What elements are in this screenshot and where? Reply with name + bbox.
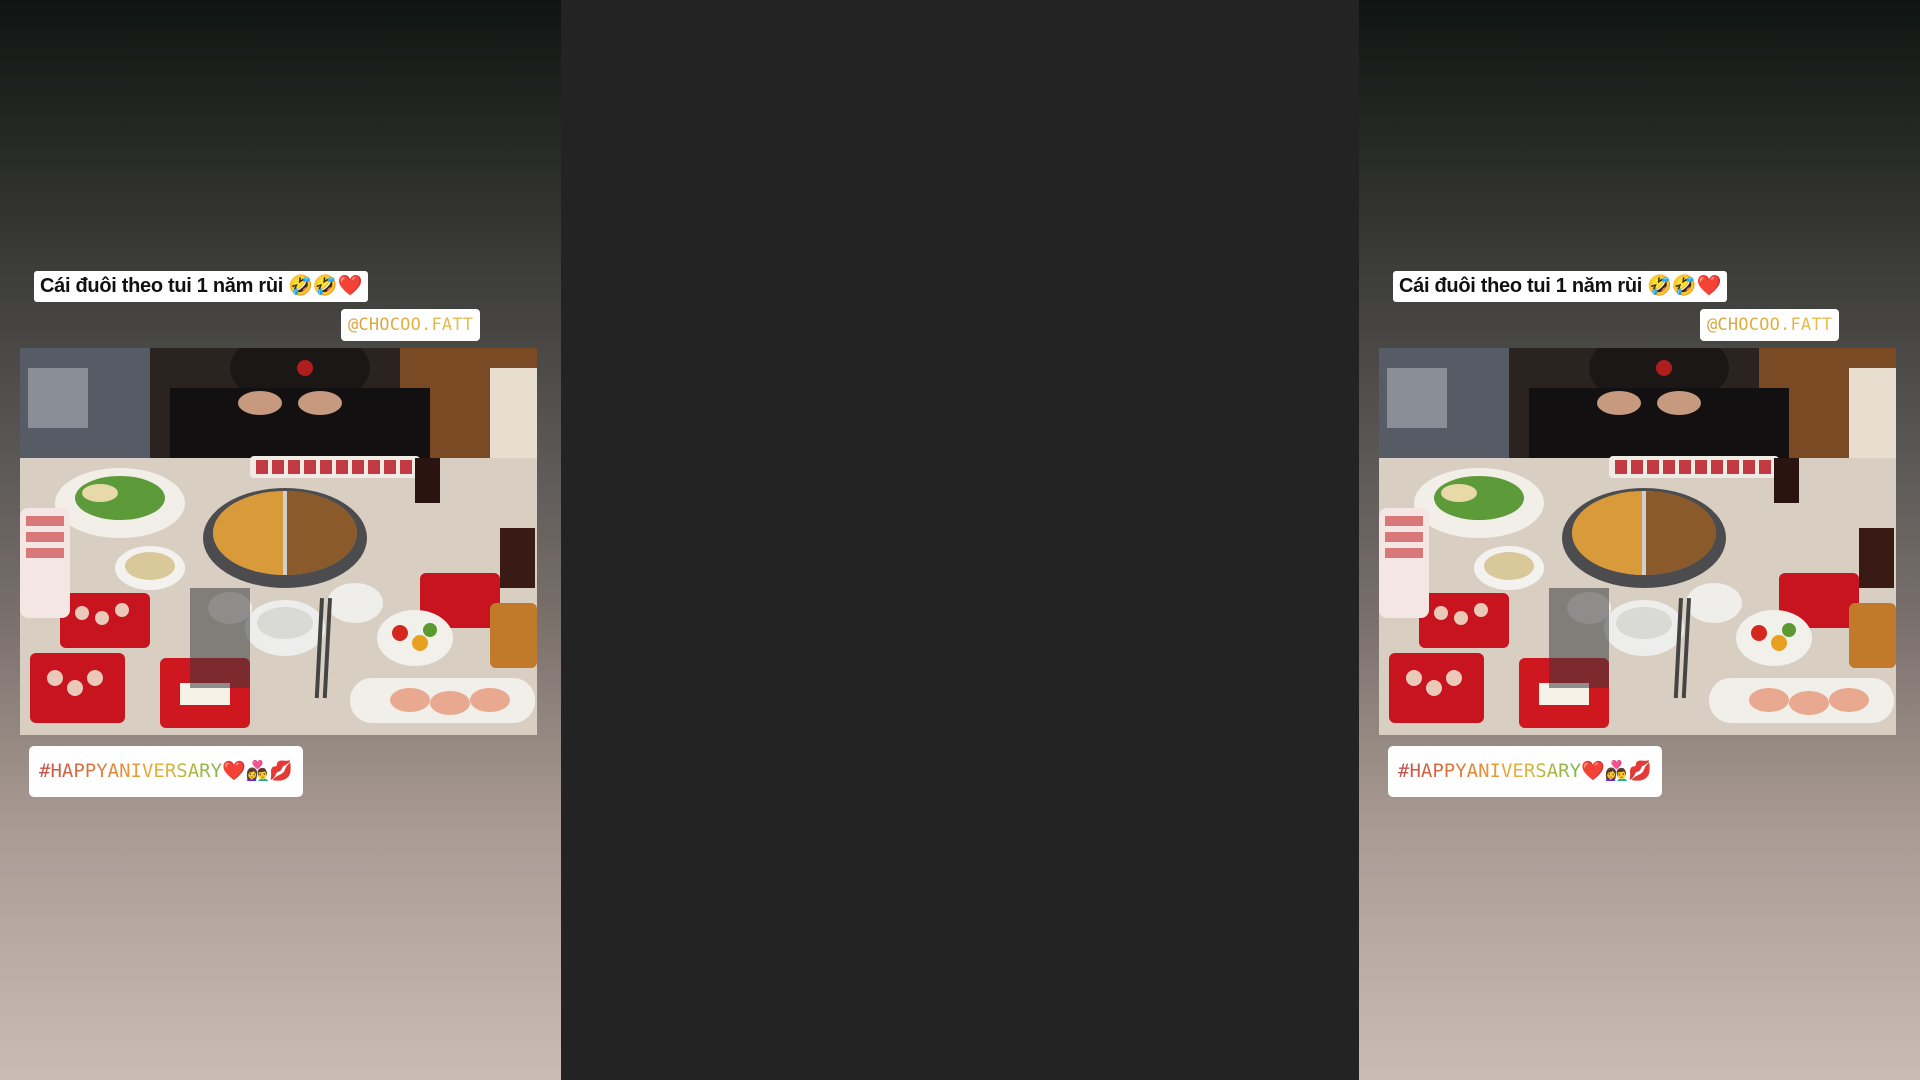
- caption-emojis: 🤣🤣❤️: [1647, 275, 1722, 297]
- story-caption: Cái đuôi theo tui 1 năm rùi 🤣🤣❤️: [1393, 271, 1728, 302]
- hashtag-emojis: ❤️👩‍❤️‍👨💋: [222, 760, 294, 782]
- hashtag-sticker[interactable]: #HAPPYANIVERSARY❤️👩‍❤️‍👨💋: [1388, 746, 1663, 797]
- hotpot-dinner-photo: [20, 348, 537, 735]
- hashtag-text: #HAPPYANIVERSARY: [1398, 760, 1582, 782]
- hotpot-dinner-photo: [1379, 348, 1896, 735]
- mention-sticker[interactable]: @CHOCOO.FATT: [1700, 309, 1840, 341]
- caption-text: Cái đuôi theo tui 1 năm rùi: [40, 275, 284, 297]
- hashtag-sticker[interactable]: #HAPPYANIVERSARY❤️👩‍❤️‍👨💋: [29, 746, 304, 797]
- mention-text: @CHOCOO.FATT: [348, 315, 474, 335]
- hashtag-text: #HAPPYANIVERSARY: [39, 760, 223, 782]
- story-caption: Cái đuôi theo tui 1 năm rùi 🤣🤣❤️: [34, 271, 369, 302]
- caption-emojis: 🤣🤣❤️: [288, 275, 363, 297]
- mention-text: @CHOCOO.FATT: [1707, 315, 1833, 335]
- viewer-center-area: [561, 0, 1359, 1080]
- story-panel-left[interactable]: Cái đuôi theo tui 1 năm rùi 🤣🤣❤️ @CHOCOO…: [0, 0, 561, 1080]
- mention-sticker[interactable]: @CHOCOO.FATT: [341, 309, 481, 341]
- hashtag-emojis: ❤️👩‍❤️‍👨💋: [1581, 760, 1653, 782]
- caption-text: Cái đuôi theo tui 1 năm rùi: [1399, 275, 1643, 297]
- story-panel-right[interactable]: Cái đuôi theo tui 1 năm rùi 🤣🤣❤️ @CHOCOO…: [1359, 0, 1920, 1080]
